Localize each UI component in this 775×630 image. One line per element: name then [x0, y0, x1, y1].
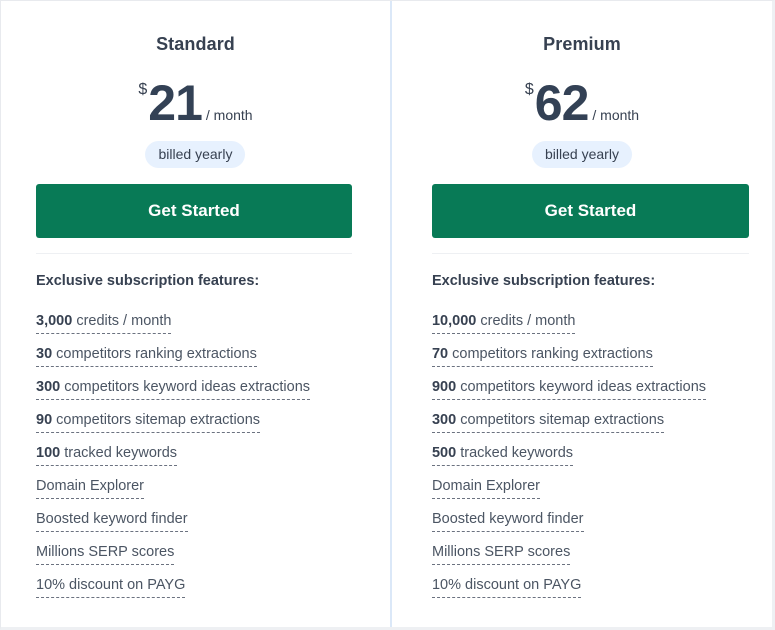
currency-symbol: $ [524, 81, 534, 98]
feature-label: credits / month [72, 313, 172, 329]
feature-item: Millions SERP scores [431, 543, 706, 576]
feature-list: 10,000 credits / month 70 competitors ran… [431, 312, 707, 609]
feature-item: 3,000 credits / month [36, 312, 310, 345]
feature-item: 300 competitors keyword ideas extraction… [36, 378, 311, 411]
feature-item: 900 competitors keyword ideas extraction… [431, 378, 707, 411]
feature-tooltip-trigger[interactable]: 30 competitors ranking extractions [36, 345, 257, 367]
feature-label: competitors ranking extractions [52, 346, 257, 362]
pricing-table: Standard $21/ month billed yearly Get St… [0, 0, 775, 630]
feature-tooltip-trigger[interactable]: 3,000 credits / month [36, 312, 172, 334]
price-amount: 62 [534, 75, 590, 131]
feature-label: Boosted keyword finder [431, 511, 584, 527]
feature-tooltip-trigger[interactable]: 10,000 credits / month [431, 312, 576, 334]
feature-label: Domain Explorer [36, 478, 144, 494]
feature-item: 100 tracked keywords [36, 444, 310, 477]
divider [36, 253, 352, 254]
feature-label: credits / month [476, 313, 576, 329]
feature-tooltip-trigger[interactable]: Domain Explorer [431, 477, 540, 499]
plan-name: Premium [543, 34, 621, 54]
feature-item: 30 competitors ranking extractions [36, 345, 310, 378]
feature-quantity: 500 [431, 445, 457, 461]
features-title: Exclusive subscription features: [431, 273, 656, 289]
feature-quantity: 90 [36, 412, 53, 428]
features-title: Exclusive subscription features: [36, 273, 260, 289]
feature-label: Millions SERP scores [431, 544, 571, 560]
plan-card-standard: Standard $21/ month billed yearly Get St… [1, 1, 390, 627]
divider [431, 253, 749, 254]
feature-label: Boosted keyword finder [36, 511, 188, 527]
feature-label: tracked keywords [456, 445, 574, 461]
feature-label: tracked keywords [60, 445, 178, 461]
feature-item: Domain Explorer [36, 477, 310, 510]
feature-label: competitors sitemap extractions [456, 412, 665, 428]
plan-card-premium: Premium $62/ month billed yearly Get Sta… [389, 1, 772, 627]
plan-name: Standard [156, 34, 235, 54]
get-started-button[interactable]: Get Started [36, 184, 352, 238]
feature-item: Millions SERP scores [36, 543, 310, 576]
feature-item: Boosted keyword finder [36, 510, 310, 543]
feature-list: 3,000 credits / month 30 competitors rank… [36, 312, 311, 609]
feature-label: competitors keyword ideas extractions [60, 379, 311, 395]
feature-tooltip-trigger[interactable]: 500 tracked keywords [431, 444, 574, 466]
feature-item: 500 tracked keywords [431, 444, 706, 477]
feature-tooltip-trigger[interactable]: Domain Explorer [36, 477, 144, 499]
feature-tooltip-trigger[interactable]: 70 competitors ranking extractions [431, 345, 653, 367]
feature-quantity: 900 [431, 379, 457, 395]
feature-quantity: 3,000 [36, 313, 73, 329]
feature-label: competitors keyword ideas extractions [456, 379, 707, 395]
feature-label: 10% discount on PAYG [36, 577, 186, 593]
feature-label: Millions SERP scores [36, 544, 175, 560]
feature-quantity: 70 [431, 346, 449, 362]
feature-tooltip-trigger[interactable]: Millions SERP scores [36, 543, 175, 565]
feature-item: 10,000 credits / month [431, 312, 706, 345]
price-period: / month [205, 107, 253, 123]
feature-tooltip-trigger[interactable]: 300 competitors sitemap extractions [431, 411, 665, 433]
feature-tooltip-trigger[interactable]: 900 competitors keyword ideas extraction… [431, 378, 707, 400]
plan-price: $62/ month [392, 73, 772, 133]
feature-quantity: 300 [431, 412, 457, 428]
feature-item: Boosted keyword finder [431, 510, 706, 543]
feature-item: 300 competitors sitemap extractions [431, 411, 706, 444]
feature-tooltip-trigger[interactable]: 300 competitors keyword ideas extraction… [36, 378, 311, 400]
feature-quantity: 30 [36, 346, 53, 362]
currency-symbol: $ [138, 81, 148, 98]
feature-item: 70 competitors ranking extractions [431, 345, 706, 378]
feature-label: Domain Explorer [431, 478, 540, 494]
feature-tooltip-trigger[interactable]: Boosted keyword finder [36, 510, 188, 532]
feature-quantity: 10,000 [431, 313, 477, 329]
feature-quantity: 300 [36, 379, 61, 395]
billing-badge: billed yearly [145, 141, 246, 168]
get-started-button[interactable]: Get Started [431, 184, 749, 238]
feature-item: 10% discount on PAYG [36, 576, 310, 609]
feature-tooltip-trigger[interactable]: 10% discount on PAYG [431, 576, 582, 598]
billing-badge: billed yearly [532, 141, 632, 168]
price-period: / month [592, 107, 640, 123]
feature-tooltip-trigger[interactable]: Boosted keyword finder [431, 510, 584, 532]
price-amount: 21 [148, 75, 203, 131]
plan-price: $21/ month [1, 73, 390, 133]
feature-tooltip-trigger[interactable]: 10% discount on PAYG [36, 576, 186, 598]
feature-item: 10% discount on PAYG [431, 576, 706, 609]
feature-item: 90 competitors sitemap extractions [36, 411, 310, 444]
feature-label: 10% discount on PAYG [431, 577, 582, 593]
feature-tooltip-trigger[interactable]: 100 tracked keywords [36, 444, 178, 466]
feature-tooltip-trigger[interactable]: Millions SERP scores [431, 543, 571, 565]
feature-item: Domain Explorer [431, 477, 706, 510]
feature-label: competitors ranking extractions [448, 346, 653, 362]
feature-quantity: 100 [36, 445, 61, 461]
feature-label: competitors sitemap extractions [52, 412, 261, 428]
feature-tooltip-trigger[interactable]: 90 competitors sitemap extractions [36, 411, 261, 433]
